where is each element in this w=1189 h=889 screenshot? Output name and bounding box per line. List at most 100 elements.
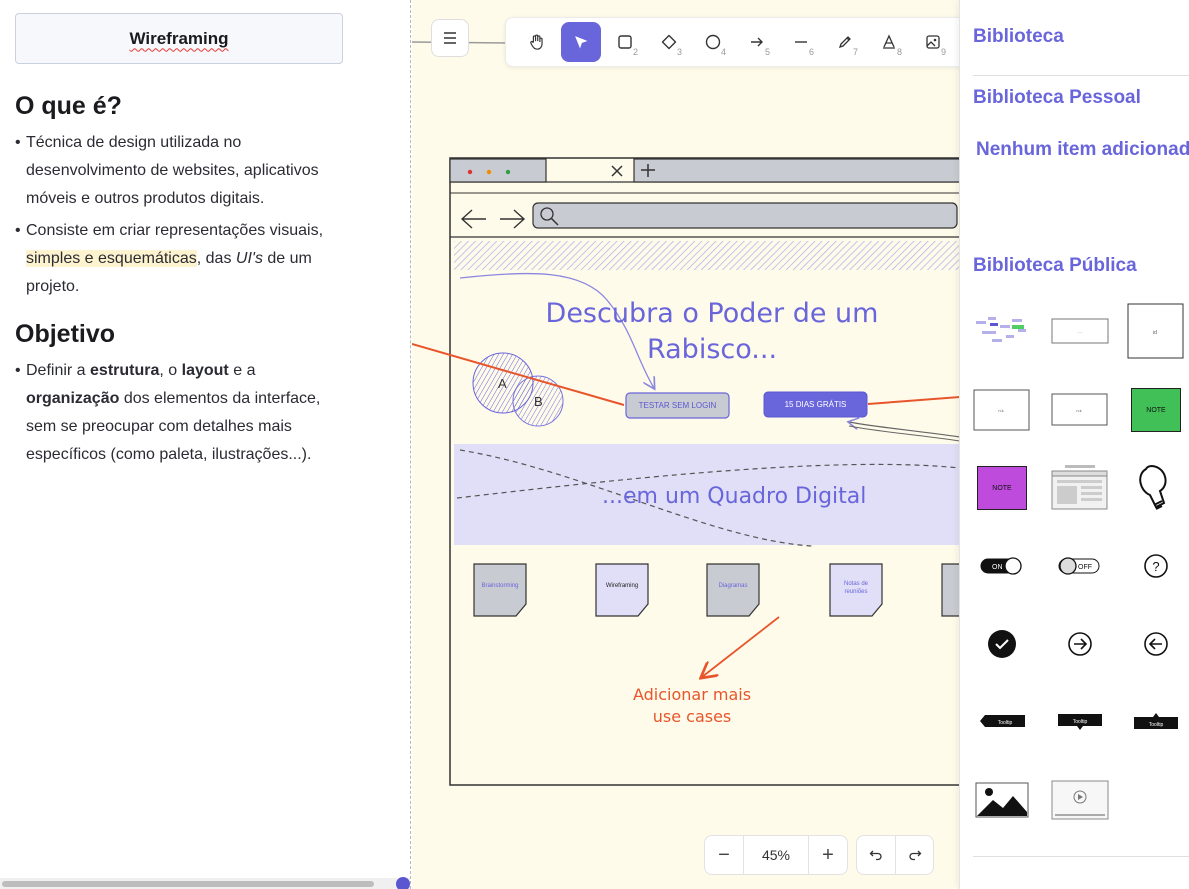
tool-arrow[interactable]: 5 [737,22,777,62]
scrollbar-thumb[interactable] [2,881,374,887]
svg-text:ON: ON [992,564,1003,571]
check-icon [988,630,1016,658]
free-trial-button[interactable]: 15 DIAS GRÁTIS [764,392,867,417]
title-text: Wireframing [129,28,229,48]
svg-text:n.k: n.k [1076,408,1081,413]
library-item-box-small[interactable]: ··· [1050,301,1110,361]
main-menu-button[interactable] [431,19,469,57]
tool-hand[interactable] [517,22,557,62]
tool-selection[interactable] [561,22,601,62]
zoom-out-button[interactable]: − [705,836,743,874]
library-item-tooltip-bottom[interactable]: Tooltip [1050,692,1110,752]
svg-text:?: ? [1152,559,1159,574]
tool-diamond[interactable]: 3 [649,22,689,62]
library-item-tooltip-left[interactable]: Tooltip [972,692,1032,752]
library-item-box-square[interactable]: id [1126,301,1186,361]
sticky-note-diagrams: Diagramas [718,583,748,589]
list-item: Definir a estrutura, o layout e a organi… [15,357,335,469]
library-item-note-green[interactable]: NOTE [1126,380,1186,440]
history-controls [856,835,934,875]
library-item-toggle-off[interactable]: OFF [1050,536,1110,596]
library-title: Biblioteca [973,26,1064,47]
undo-icon [869,850,882,861]
svg-text:···: ··· [1078,330,1082,335]
venn-label-b: B [534,394,543,409]
library-item-toggle-on[interactable]: ON [972,536,1032,596]
library-item-note-purple[interactable]: NOTE [972,458,1032,518]
hamburger-icon [444,32,456,44]
sticky-note-wireframing: Wireframing [605,583,639,589]
image-placeholder-icon [975,782,1029,818]
redo-button[interactable] [895,836,933,874]
personal-library-heading: Biblioteca Pessoal [973,87,1141,108]
library-item-arrow-right[interactable] [1050,614,1110,674]
whiteboard-canvas[interactable]: Descubra o Poder de um Rabisco... A B TE… [412,0,960,889]
list-item: Técnica de design utilizada no desenvolv… [15,129,335,213]
tool-image[interactable]: 9 [913,22,953,62]
image-icon [926,35,940,49]
tool-pencil[interactable]: 7 [825,22,865,62]
notes-panel: Wireframing O que é? Técnica de design u… [0,0,411,889]
svg-text:id: id [1153,330,1157,336]
help-icon: ? [1144,554,1168,578]
library-item-box-md1[interactable]: n.k [972,380,1032,440]
library-item-mindmap[interactable] [972,301,1032,361]
split-resize-handle[interactable] [396,877,410,889]
arrow-icon [751,37,763,47]
try-without-login-button[interactable]: TESTAR SEM LOGIN [626,393,729,418]
horizontal-scrollbar[interactable] [0,878,410,889]
sticky-note-brainstorming: Brainstorming [481,583,519,589]
tool-rectangle[interactable]: 2 [605,22,645,62]
personal-library-empty: Nenhum item adicionado [976,139,1189,160]
zoom-controls: − 45% + [704,835,848,875]
library-item-help[interactable]: ? [1126,536,1186,596]
add-more-text: Adicionar mais use cases [632,685,752,726]
highlighted-text: simples e esquemáticas [26,250,197,267]
pencil-icon [838,36,851,49]
headline-line2: Rabisco... [646,334,778,365]
library-item-tooltip-top[interactable]: Tooltip [1126,692,1186,752]
library-item-arrow-left[interactable] [1126,614,1186,674]
section-heading-goal: Objetivo [15,320,116,348]
band-text: ...em um Quadro Digital [602,484,867,509]
library-item-box-md2[interactable]: n.k [1050,380,1110,440]
hand-icon [530,34,543,50]
arrow-right-circle-icon [1068,632,1092,656]
ellipse-icon [705,34,721,50]
divider [973,856,1189,857]
list-item: Consiste em criar representações visuais… [15,217,335,301]
library-item-video-player[interactable] [1050,770,1110,830]
tool-ellipse[interactable]: 4 [693,22,733,62]
library-item-check[interactable] [972,614,1032,674]
library-panel: Biblioteca Biblioteca Pessoal Nenhum ite… [959,0,1189,889]
sticky-note-meetings: Notas de reuniões [843,581,868,595]
tool-text[interactable]: 8 [869,22,909,62]
video-player-icon [1051,780,1109,820]
tool-line[interactable]: 6 [781,22,821,62]
venn-label-a: A [498,376,507,391]
zoom-in-button[interactable]: + [809,836,847,874]
goal-list: Definir a estrutura, o layout e a organi… [15,357,335,473]
library-item-lightbulb[interactable] [1126,458,1186,518]
library-item-image-placeholder[interactable] [972,770,1032,830]
canvas-headline: Descubra o Poder de um Rabisco... [542,296,882,368]
svg-text:Tooltip: Tooltip [1149,722,1164,728]
canvas-drawing [412,41,960,786]
svg-text:n.k: n.k [998,408,1003,413]
lightbulb-icon [1139,464,1167,510]
line-icon [795,41,807,43]
svg-text:Tooltip: Tooltip [998,720,1013,726]
headline-line1: Descubra o Poder de um [545,298,879,329]
bottom-controls: − 45% + [704,835,934,875]
svg-text:OFF: OFF [1078,564,1092,571]
redo-icon [908,850,921,861]
zoom-reset-button[interactable]: 45% [743,836,809,874]
undo-button[interactable] [857,836,895,874]
library-item-browser[interactable] [1050,458,1110,518]
diamond-icon [661,34,677,50]
section-heading-what: O que é? [15,92,122,120]
title-button[interactable]: Wireframing [15,13,343,64]
text-icon [883,34,895,49]
pointer-icon [575,36,588,49]
arrow-left-circle-icon [1144,632,1168,656]
